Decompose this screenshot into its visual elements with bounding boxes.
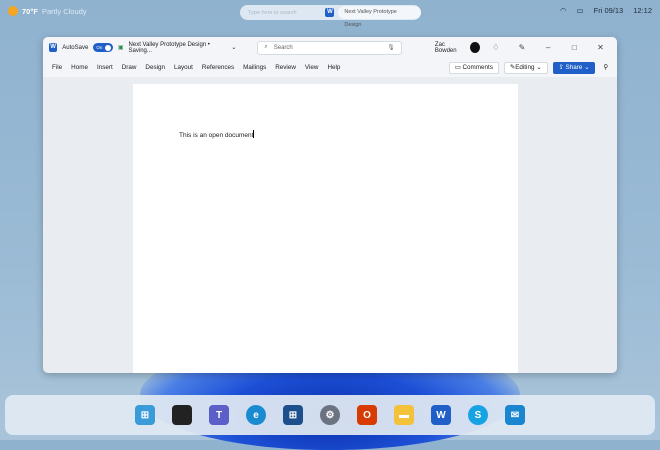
comments-label: Comments [462,64,493,71]
menu-home[interactable]: Home [71,64,88,71]
word-taskbar-icon[interactable]: W [431,405,451,425]
share-button[interactable]: ⇪ Share ⌄ [552,61,596,74]
diamond-icon[interactable]: ♢ [485,43,506,52]
search-icon: ⌕ [264,44,268,50]
body-text: This is an open document [179,132,254,139]
user-account[interactable]: Zac Bowden [434,41,481,54]
word-icon: W [325,8,335,17]
coauthor-icon[interactable]: ⚲ [603,64,608,71]
microphone-icon[interactable]: 🎙︎ [387,44,395,51]
comments-button[interactable]: ▭ Comments [448,61,499,74]
active-window-label[interactable]: Next Valley Prototype Design [338,6,421,28]
share-icon: ⇪ [558,64,566,71]
text-caret [253,130,255,138]
avatar [470,42,481,53]
wifi-icon[interactable]: ◠ [560,6,567,15]
file-explorer-icon[interactable]: ▬ [394,405,414,425]
edge-icon[interactable]: e [246,405,266,425]
taskbar: ⊞ T e ⊞ ⚙ O ▬ W S ✉ [5,395,655,435]
maximize-button[interactable]: □ [564,43,585,52]
teams-icon[interactable]: T [209,405,229,425]
menu-view[interactable]: View [305,64,319,71]
office-icon[interactable]: O [357,405,377,425]
word-window: W AutoSave On ▣ Next Valley Prototype De… [43,37,617,373]
menu-insert[interactable]: Insert [97,64,113,71]
desktop-search-input[interactable]: Type here to search [240,10,325,16]
menu-draw[interactable]: Draw [122,64,137,71]
menu-mailings[interactable]: Mailings [243,64,266,71]
pen-icon[interactable]: ✎ [511,43,532,52]
share-label: Share [565,64,583,71]
battery-icon[interactable]: ▭ [577,6,584,15]
menu-references[interactable]: References [202,64,234,71]
weather-icon [8,6,18,16]
document-page[interactable]: This is an open document [133,84,518,373]
user-name: Zac Bowden [434,41,457,54]
search-placeholder: Search [273,44,293,51]
settings-icon[interactable]: ⚙ [320,405,340,425]
document-title[interactable]: Next Valley Prototype Design • Saving... [129,42,227,54]
autosave-label: AutoSave [62,44,89,51]
menu-design[interactable]: Design [145,64,165,71]
temperature: 70°F [22,6,38,16]
search-box[interactable]: ⌕ Search 🎙︎ [257,40,402,55]
skype-icon[interactable]: S [468,405,488,425]
weather-widget[interactable]: 70°F Partly Cloudy [8,6,87,16]
menu-help[interactable]: Help [327,64,340,71]
close-button[interactable]: ✕ [590,43,611,52]
mail-icon[interactable]: ✉ [505,405,525,425]
terminal-icon[interactable] [172,405,192,425]
menu-review[interactable]: Review [275,64,296,71]
title-bar: W AutoSave On ▣ Next Valley Prototype De… [43,37,617,58]
start-icon[interactable]: ⊞ [135,405,155,425]
time[interactable]: 12:12 [633,6,652,15]
weather-condition: Partly Cloudy [41,6,87,16]
top-search-pill[interactable]: Type here to search W Next Valley Prototyp… [240,5,421,28]
ribbon-menu: File Home Insert Draw Design Layout Refe… [43,58,617,77]
save-icon[interactable]: ▣ [118,44,124,51]
chevron-down-icon[interactable]: ⌄ [231,44,236,51]
word-app-icon: W [49,43,58,52]
editing-label: Editing [515,64,535,71]
date[interactable]: Fri 09/13 [594,6,624,15]
autosave-toggle[interactable]: On [93,43,113,52]
menu-file[interactable]: File [52,64,62,71]
minimize-button[interactable]: – [538,43,559,52]
menu-layout[interactable]: Layout [174,64,193,71]
system-tray: ◠ ▭ Fri 09/13 12:12 [560,6,652,15]
comment-icon: ▭ [454,64,463,71]
store-icon[interactable]: ⊞ [283,405,303,425]
document-body[interactable]: This is an open document [179,130,255,139]
editing-button[interactable]: ✎ Editing ⌄ [503,61,548,74]
